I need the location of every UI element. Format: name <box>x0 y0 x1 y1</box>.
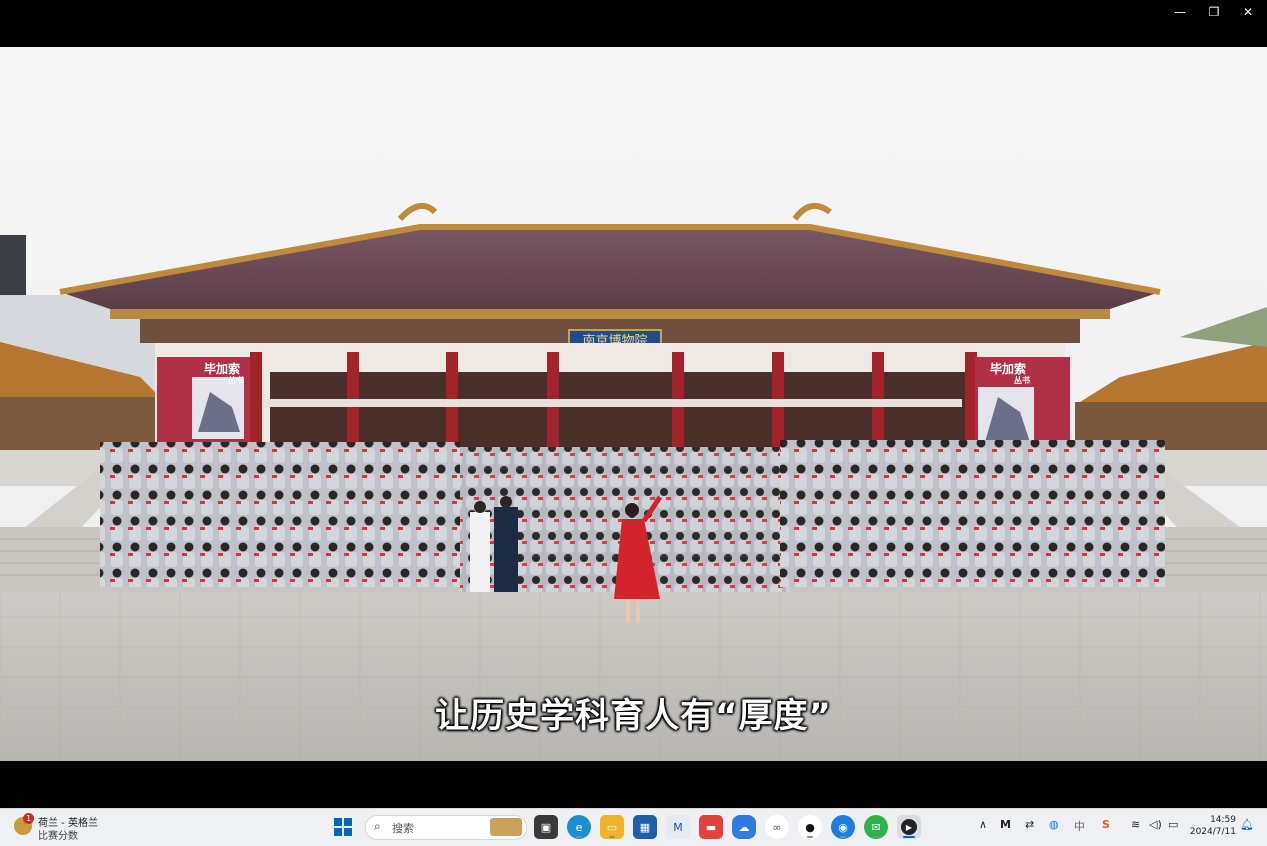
task-view-button[interactable]: ▣ <box>534 815 558 839</box>
crowd-right <box>780 440 1165 587</box>
window-titlebar: — ❐ ✕ <box>0 0 1267 47</box>
banner-right-sub: 丛书 <box>1014 375 1030 385</box>
taskbar-app-red[interactable]: ▬ <box>699 815 723 839</box>
windows-icon <box>334 818 352 836</box>
taskbar-app-m[interactable]: M <box>666 815 690 839</box>
taskbar-clock[interactable]: 14:59 2024/7/11 <box>1188 814 1236 838</box>
video-frame[interactable]: 南京博物院 毕加索 丛书 毕加索 丛书 让历史学科育人有“厚度” <box>0 47 1267 761</box>
tray-switch-icon[interactable]: ⇄ <box>1025 818 1034 831</box>
banner-right-title: 毕加索 <box>990 361 1026 376</box>
store-icon: ▦ <box>639 820 651 834</box>
video-letterbox-bottom <box>0 761 1267 808</box>
search-highlight-icon <box>490 818 522 836</box>
play-icon: ▶ <box>901 819 917 835</box>
wifi-icon[interactable]: ≋ <box>1131 818 1140 831</box>
clock-time: 14:59 <box>1210 815 1236 825</box>
search-icon: ⌕ <box>374 819 381 833</box>
taskbar-file-explorer[interactable]: ▭ <box>600 815 624 839</box>
wechat-icon: ✉ <box>871 820 881 834</box>
crowd-left <box>100 442 460 587</box>
close-button[interactable]: ✕ <box>1231 0 1265 24</box>
clock-date: 2024/7/11 <box>1189 827 1236 837</box>
taskbar-broadcast[interactable]: ◉ <box>831 815 855 839</box>
edge-icon: e <box>575 820 583 834</box>
taskbar-wechat[interactable]: ✉ <box>864 815 888 839</box>
link-app-icon: ∞ <box>772 820 782 834</box>
taskbar-search[interactable]: ⌕ 搜索 <box>365 815 527 840</box>
search-placeholder: 搜索 <box>392 822 414 835</box>
taskbar-app-dot[interactable]: ∞ <box>765 815 789 839</box>
m-app-icon: M <box>673 820 683 834</box>
tray-network-app-icon[interactable]: ◍ <box>1049 818 1059 831</box>
start-button[interactable] <box>331 815 355 839</box>
battery-icon[interactable]: ▭ <box>1168 818 1178 831</box>
broadcast-icon: ◉ <box>838 820 848 834</box>
folder-icon: ▭ <box>606 820 618 834</box>
news-badge: 1 <box>23 813 34 824</box>
taskbar-store[interactable]: ▦ <box>633 815 657 839</box>
video-scene: 南京博物院 毕加索 丛书 毕加索 丛书 <box>0 47 1267 761</box>
news-subtitle: 比赛分数 <box>38 831 78 842</box>
volume-icon[interactable]: ◁) <box>1149 818 1162 831</box>
news-widget[interactable]: 1 荷兰 - 英格兰 比赛分数 <box>8 811 128 842</box>
taskbar-video-player[interactable]: ▶ <box>897 815 921 839</box>
taskbar-edge[interactable]: e <box>567 815 591 839</box>
cloud-icon: ☁ <box>738 820 750 834</box>
tray-sogou-icon[interactable]: S <box>1102 818 1110 831</box>
tray-overflow-icon[interactable]: ∧ <box>979 818 987 831</box>
qq-penguin-icon: ● <box>805 820 815 834</box>
taskbar-qq[interactable]: ● <box>798 815 822 839</box>
notification-bell-icon[interactable]: 🔔︎ <box>1240 818 1254 831</box>
restore-button[interactable]: ❐ <box>1197 0 1231 24</box>
taskbar-cloud[interactable]: ☁ <box>732 815 756 839</box>
minimize-button[interactable]: — <box>1163 0 1197 24</box>
tray-ime-icon[interactable]: 中 <box>1074 818 1085 834</box>
banner-left-sub: 丛书 <box>228 375 244 385</box>
task-view-icon: ▣ <box>540 820 552 834</box>
tray-m-icon[interactable]: M <box>1000 818 1011 831</box>
red-app-icon: ▬ <box>705 820 717 834</box>
banner-left-title: 毕加索 <box>204 361 240 376</box>
video-subtitle: 让历史学科育人有“厚度” <box>435 696 832 736</box>
